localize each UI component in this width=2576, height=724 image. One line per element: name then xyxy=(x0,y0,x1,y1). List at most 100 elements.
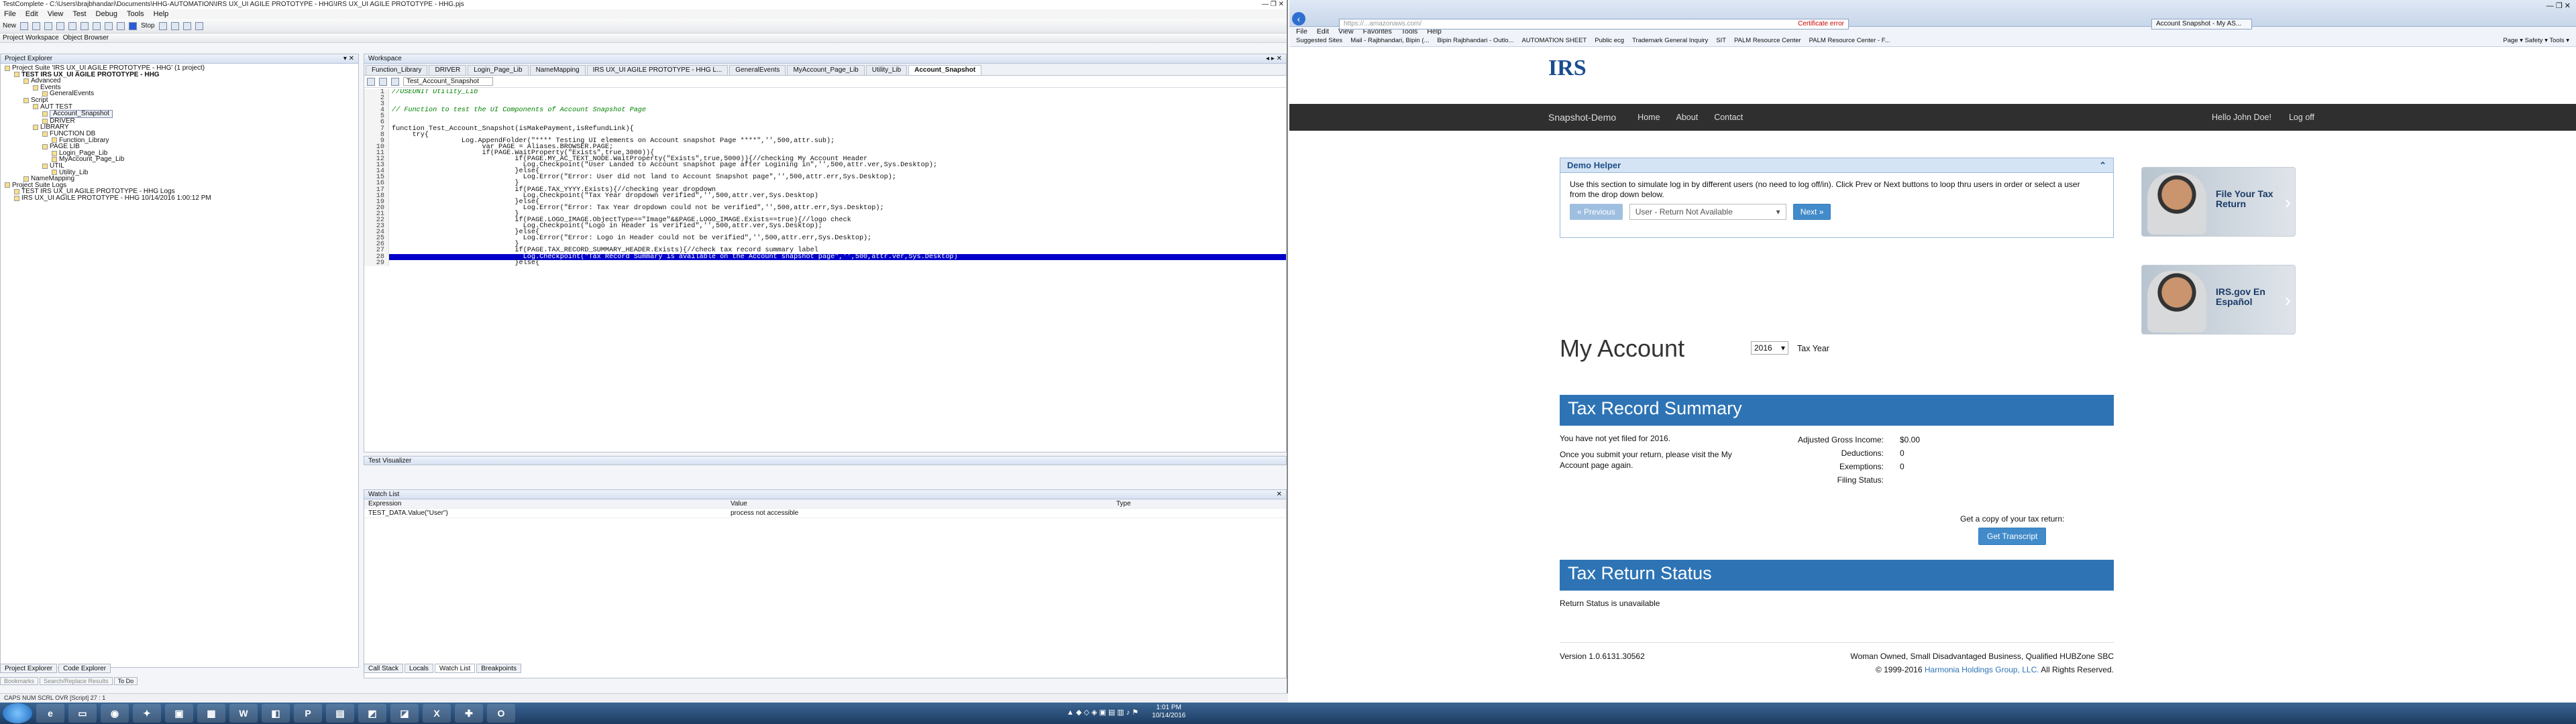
app-taskbar-icon[interactable]: ▣ xyxy=(165,704,193,723)
tc-menu-test[interactable]: Test xyxy=(72,10,86,18)
start-button[interactable] xyxy=(3,703,32,723)
tab-breakpoints[interactable]: Breakpoints xyxy=(476,664,522,673)
browser-window-controls[interactable]: — ❐ ✕ xyxy=(2546,1,2571,10)
test-visualizer-header[interactable]: Test Visualizer xyxy=(364,456,1287,465)
irs-logo[interactable]: IRS xyxy=(1548,56,1587,81)
user-select[interactable]: User - Return Not Available ▾ xyxy=(1629,204,1786,220)
workspace-controls[interactable]: ◂ ▸ ✕ xyxy=(1266,55,1282,62)
tree-item[interactable]: Login_Page_Lib xyxy=(5,149,354,157)
open-icon[interactable] xyxy=(20,21,29,30)
previous-button[interactable]: « Previous xyxy=(1570,204,1623,220)
clock[interactable]: 1:01 PM 10/14/2016 xyxy=(1152,704,1185,720)
tree-item[interactable]: IRS UX_UI AGILE PROTOTYPE - HHG 10/14/20… xyxy=(5,195,354,202)
comment-icon[interactable] xyxy=(391,77,399,86)
left-tab-0[interactable]: Project Workspace xyxy=(3,34,59,42)
favorites-tools[interactable]: Page ▾ Safety ▾ Tools ▾ xyxy=(2503,37,2569,46)
nav-brand[interactable]: Snapshot-Demo xyxy=(1548,112,1616,123)
tc-menu-help[interactable]: Help xyxy=(154,10,169,18)
favorite-link[interactable]: SIT xyxy=(1716,37,1726,46)
next-button[interactable]: Next » xyxy=(1792,204,1831,220)
layout-icon-2[interactable] xyxy=(195,21,203,30)
pause-icon[interactable] xyxy=(158,21,167,30)
tab-project-explorer[interactable]: Project Explorer xyxy=(0,664,58,673)
tab-locals[interactable]: Locals xyxy=(405,664,433,673)
favorite-link[interactable]: PALM Resource Center - F... xyxy=(1809,37,1890,46)
favorite-link[interactable]: AUTOMATION SHEET xyxy=(1521,37,1587,46)
browser-tab[interactable]: Account Snapshot - My AS... xyxy=(2151,19,2252,29)
stop-button[interactable]: Stop xyxy=(141,22,155,29)
get-transcript-button[interactable]: Get Transcript xyxy=(1978,528,2047,545)
certificate-error[interactable]: Certificate error xyxy=(1798,20,1844,27)
tree-item[interactable]: PAGE LIB xyxy=(5,143,354,150)
favorite-link[interactable]: Public ecg xyxy=(1595,37,1624,46)
tool-taskbar-icon[interactable]: ✦ xyxy=(133,704,161,723)
app4-taskbar-icon[interactable]: ◪ xyxy=(390,704,419,723)
file-tax-return-promo[interactable]: File Your Tax Return › xyxy=(2141,167,2296,237)
explorer-taskbar-icon[interactable]: ▭ xyxy=(68,704,97,723)
nav-user-greeting[interactable]: Hello John Doe! xyxy=(2212,113,2271,122)
address-bar[interactable]: https://...amazonaws.com/ Certificate er… xyxy=(1339,19,1849,29)
layout-icon[interactable] xyxy=(182,21,191,30)
nav-home[interactable]: Home xyxy=(1638,113,1660,122)
redo-icon[interactable] xyxy=(93,21,101,30)
ie-menu-file[interactable]: File xyxy=(1296,27,1307,36)
ie-menu-edit[interactable]: Edit xyxy=(1317,27,1329,36)
step-icon[interactable] xyxy=(170,21,179,30)
ie-taskbar-icon[interactable]: e xyxy=(36,704,64,723)
tree-item[interactable]: GeneralEvents xyxy=(5,90,354,97)
favorite-link[interactable]: Trademark General Inquiry xyxy=(1632,37,1708,46)
favorite-link[interactable]: PALM Resource Center xyxy=(1734,37,1801,46)
app3-taskbar-icon[interactable]: ◩ xyxy=(358,704,386,723)
stop-icon[interactable] xyxy=(129,21,138,30)
tree-item[interactable]: FUNCTION DB xyxy=(5,131,354,137)
favorite-link[interactable]: Mail - Rajbhandari, Bipin (... xyxy=(1350,37,1429,46)
left-tab-1[interactable]: Object Browser xyxy=(63,34,109,42)
tab-code-explorer[interactable]: Code Explorer xyxy=(58,664,111,673)
doc-tab[interactable]: IRS UX_UI AGILE PROTOTYPE - HHG L... xyxy=(586,65,729,75)
watch-list-close-icon[interactable]: ✕ xyxy=(1277,491,1282,498)
tree-item[interactable]: UTIL xyxy=(5,163,354,170)
run-icon[interactable] xyxy=(105,21,113,30)
folder-taskbar-icon[interactable]: ▤ xyxy=(326,704,354,723)
doc-tab[interactable]: DRIVER xyxy=(429,65,467,75)
favorite-link[interactable]: Suggested Sites xyxy=(1296,37,1342,46)
tc-menu-tools[interactable]: Tools xyxy=(127,10,144,18)
pdf-taskbar-icon[interactable]: P xyxy=(294,704,322,723)
doc-tab[interactable]: MyAccount_Page_Lib xyxy=(787,65,865,75)
doc-tab[interactable]: Function_Library xyxy=(366,65,428,75)
tab-search-results[interactable]: Search/Replace Results xyxy=(40,677,113,685)
new-button[interactable]: New xyxy=(3,22,16,29)
nav-contact[interactable]: Contact xyxy=(1714,113,1743,122)
pe-pin-icon[interactable]: ▾ ✕ xyxy=(343,55,354,62)
testcomplete-taskbar-icon[interactable]: O xyxy=(487,704,515,723)
tab-watch-list[interactable]: Watch List xyxy=(434,664,476,673)
tax-year-select[interactable]: 2016 ▾ xyxy=(1751,341,1788,355)
record-icon[interactable] xyxy=(117,21,125,30)
tc-menu-file[interactable]: File xyxy=(4,10,16,18)
copy-icon[interactable] xyxy=(56,21,65,30)
chrome-taskbar-icon[interactable]: ◉ xyxy=(101,704,129,723)
nav-logoff[interactable]: Log off xyxy=(2289,113,2314,122)
watch-row[interactable]: TEST_DATA.Value("User") process not acce… xyxy=(364,509,1286,518)
tc-menu-view[interactable]: View xyxy=(48,10,64,18)
doc-tab[interactable]: Utility_Lib xyxy=(865,65,908,75)
doc-tab[interactable]: Login_Page_Lib xyxy=(468,65,529,75)
tray-icons[interactable]: ▲ ◆ ◇ ◈ ▣ ▤ ▥ ♪ ⚑ xyxy=(1067,708,1138,717)
word-taskbar-icon[interactable]: W xyxy=(229,704,258,723)
editor-routine-selector[interactable]: Test_Account_Snapshot xyxy=(403,77,493,86)
irs-espanol-promo[interactable]: IRS.gov En Español › xyxy=(2141,265,2296,335)
bookmark-icon[interactable] xyxy=(367,77,375,86)
tab-call-stack[interactable]: Call Stack xyxy=(364,664,404,673)
tree-item[interactable]: AUT TEST xyxy=(5,103,354,111)
tc-menu-edit[interactable]: Edit xyxy=(25,10,38,18)
tab-bookmarks[interactable]: Bookmarks xyxy=(0,677,39,685)
favorite-link[interactable]: Bipin Rajbhandari - Outlo... xyxy=(1437,37,1513,46)
app2-taskbar-icon[interactable]: ◧ xyxy=(262,704,290,723)
window-controls[interactable]: — ❐ ✕ xyxy=(1262,1,1284,9)
doc-tab[interactable]: NameMapping xyxy=(529,65,586,75)
nav-about[interactable]: About xyxy=(1676,113,1699,122)
save-icon[interactable] xyxy=(32,21,41,30)
code-editor[interactable]: 1//USEUNIT Utility_Lib 2 3 4// Function to … xyxy=(364,89,1286,442)
back-icon[interactable]: ‹ xyxy=(1292,12,1305,25)
tree-item[interactable]: Account_Snapshot xyxy=(5,110,354,118)
